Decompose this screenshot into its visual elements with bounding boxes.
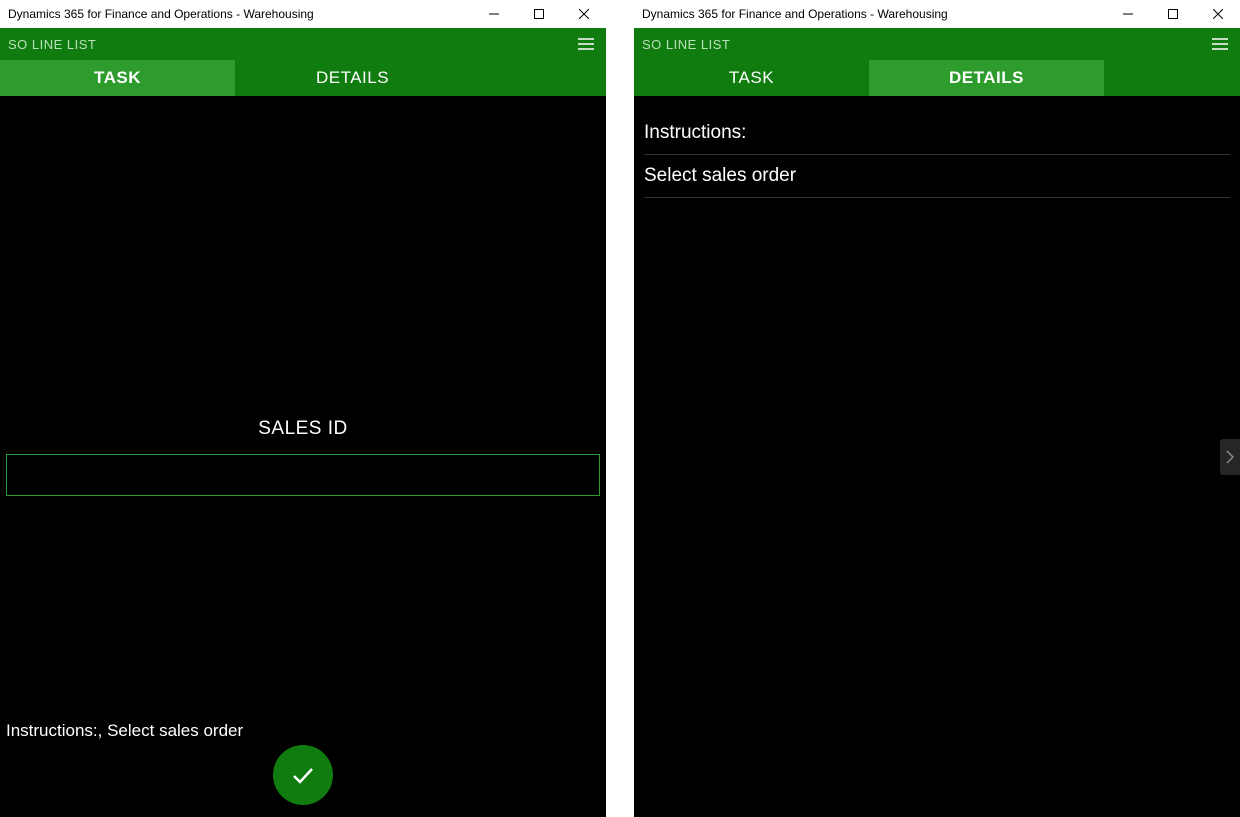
tab-task[interactable]: TASK bbox=[0, 60, 235, 96]
task-content: SALES ID Instructions:, Select sales ord… bbox=[0, 96, 606, 817]
close-icon bbox=[579, 9, 589, 19]
hamburger-icon bbox=[1212, 38, 1228, 50]
maximize-icon bbox=[534, 9, 544, 19]
app-header: SO LINE LIST TASK DETAILS bbox=[634, 28, 1240, 96]
minimize-icon bbox=[489, 9, 499, 19]
tabs: TASK DETAILS bbox=[634, 60, 1240, 96]
detail-row: Instructions: bbox=[644, 112, 1230, 155]
screen-title: SO LINE LIST bbox=[8, 37, 574, 52]
window-controls bbox=[1105, 0, 1240, 28]
next-page-button[interactable] bbox=[1220, 439, 1240, 475]
titlebar: Dynamics 365 for Finance and Operations … bbox=[634, 0, 1240, 28]
detail-row: Select sales order bbox=[644, 155, 1230, 198]
chevron-right-icon bbox=[1226, 450, 1234, 464]
app-header: SO LINE LIST TASK DETAILS bbox=[0, 28, 606, 96]
menu-button[interactable] bbox=[1208, 32, 1232, 56]
window-title: Dynamics 365 for Finance and Operations … bbox=[8, 7, 471, 21]
tabs: TASK DETAILS bbox=[0, 60, 606, 96]
window-controls bbox=[471, 0, 606, 28]
check-icon bbox=[288, 760, 318, 790]
window-task: Dynamics 365 for Finance and Operations … bbox=[0, 0, 606, 817]
menu-button[interactable] bbox=[574, 32, 598, 56]
screen-title: SO LINE LIST bbox=[642, 37, 1208, 52]
minimize-icon bbox=[1123, 9, 1133, 19]
confirm-button[interactable] bbox=[273, 745, 333, 805]
sales-id-label: SALES ID bbox=[258, 418, 348, 440]
titlebar: Dynamics 365 for Finance and Operations … bbox=[0, 0, 606, 28]
details-body: Instructions: Select sales order bbox=[634, 96, 1240, 198]
maximize-icon bbox=[1168, 9, 1178, 19]
header-top: SO LINE LIST bbox=[0, 28, 606, 60]
close-button[interactable] bbox=[1195, 0, 1240, 28]
close-button[interactable] bbox=[561, 0, 606, 28]
header-top: SO LINE LIST bbox=[634, 28, 1240, 60]
sales-id-input[interactable] bbox=[6, 454, 600, 496]
tab-task[interactable]: TASK bbox=[634, 60, 869, 96]
minimize-button[interactable] bbox=[1105, 0, 1150, 28]
tab-details[interactable]: DETAILS bbox=[235, 60, 470, 96]
minimize-button[interactable] bbox=[471, 0, 516, 28]
close-icon bbox=[1213, 9, 1223, 19]
hamburger-icon bbox=[578, 38, 594, 50]
maximize-button[interactable] bbox=[1150, 0, 1195, 28]
maximize-button[interactable] bbox=[516, 0, 561, 28]
task-field-group: SALES ID bbox=[0, 418, 606, 496]
details-content: Instructions: Select sales order bbox=[634, 96, 1240, 817]
window-details: Dynamics 365 for Finance and Operations … bbox=[634, 0, 1240, 817]
tab-details[interactable]: DETAILS bbox=[869, 60, 1104, 96]
window-title: Dynamics 365 for Finance and Operations … bbox=[642, 7, 1105, 21]
instructions-text: Instructions:, Select sales order bbox=[6, 721, 243, 741]
